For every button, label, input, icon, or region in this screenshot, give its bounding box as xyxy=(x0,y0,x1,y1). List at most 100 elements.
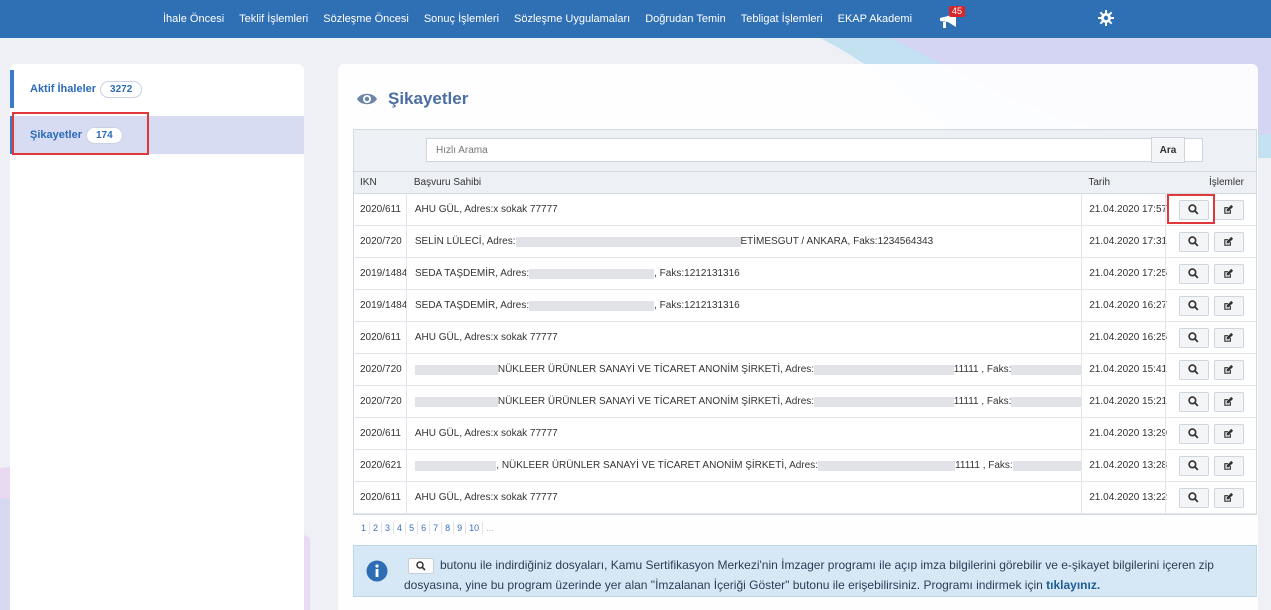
view-button[interactable] xyxy=(1178,327,1209,348)
page-link[interactable]: 3 xyxy=(382,522,395,534)
redacted-block xyxy=(818,460,956,471)
edit-icon xyxy=(1224,428,1234,438)
edit-icon xyxy=(1224,460,1234,470)
sidebar-item-label: Aktif İhaleler xyxy=(30,83,97,95)
edit-icon xyxy=(1224,332,1234,342)
table-row: 2020/720 NÜKLEER ÜRÜNLER SANAYİ VE TİCARE… xyxy=(354,354,1256,386)
col-date: Tarih xyxy=(1088,177,1111,188)
search-icon xyxy=(1188,460,1199,471)
date-cell: 21.04.2020 13:22 xyxy=(1081,482,1167,513)
edit-button[interactable] xyxy=(1213,391,1244,412)
redacted-block xyxy=(814,396,954,407)
nav-item[interactable]: Sözleşme Uygulamaları xyxy=(514,13,630,25)
applicant-cell: AHU GÜL, Adres:x sokak 77777 xyxy=(405,322,1081,353)
edit-icon xyxy=(1224,204,1234,214)
edit-button[interactable] xyxy=(1213,327,1244,348)
applicant-cell: , NÜKLEER ÜRÜNLER SANAYİ VE TİCARET ANON… xyxy=(405,450,1082,481)
complaints-table: Ara IKN Başvuru Sahibi Tarih İşlemler 20… xyxy=(353,129,1257,515)
ikn-cell: 2020/720 xyxy=(360,364,402,375)
redacted-block xyxy=(515,236,741,247)
edit-button[interactable] xyxy=(1213,455,1244,476)
edit-button[interactable] xyxy=(1213,423,1244,444)
nav-item[interactable]: Sonuç İşlemleri xyxy=(424,13,499,25)
edit-icon xyxy=(1224,300,1234,310)
applicant-cell: NÜKLEER ÜRÜNLER SANAYİ VE TİCARET ANONİM… xyxy=(405,354,1082,385)
applicant-cell: AHU GÜL, Adres:x sokak 77777 xyxy=(405,194,1081,225)
page-link[interactable]: 4 xyxy=(394,522,407,534)
edit-button[interactable] xyxy=(1213,487,1244,508)
page-link[interactable]: 8 xyxy=(442,522,455,534)
gear-icon[interactable] xyxy=(1098,10,1114,26)
search-row: Ara xyxy=(354,130,1256,172)
redacted-block xyxy=(1011,364,1082,375)
applicant-text: AHU GÜL, Adres:x sokak 77777 xyxy=(414,492,558,503)
redacted-block xyxy=(814,364,954,375)
count-badge: 3272 xyxy=(100,80,143,98)
nav-item[interactable]: Sözleşme Öncesi xyxy=(323,13,409,25)
page-link[interactable]: 5 xyxy=(406,522,419,534)
actions-cell xyxy=(1165,226,1256,257)
nav-item[interactable]: Tebligat İşlemleri xyxy=(741,13,823,25)
page-title-text: Şikayetler xyxy=(388,89,469,108)
nav-item[interactable]: Doğrudan Temin xyxy=(645,13,726,25)
view-button[interactable] xyxy=(1178,455,1209,476)
search-icon xyxy=(1188,268,1199,279)
applicant-cell: AHU GÜL, Adres:x sokak 77777 xyxy=(405,418,1081,449)
search-icon xyxy=(1188,364,1199,375)
applicant-text: ETİMESGUT / ANKARA, Faks:1234564343 xyxy=(740,236,934,247)
search-button[interactable]: Ara xyxy=(1151,137,1185,163)
date-cell: 21.04.2020 15:41 xyxy=(1081,354,1167,385)
view-button[interactable] xyxy=(1178,423,1209,444)
page-link[interactable]: 9 xyxy=(454,522,467,534)
top-navigation: İhale Öncesi Teklif İşlemleri Sözleşme Önc… xyxy=(0,0,1271,38)
edit-button[interactable] xyxy=(1213,231,1244,252)
page-link[interactable]: 1 xyxy=(358,522,371,534)
download-link[interactable]: tıklayınız. xyxy=(1046,578,1100,592)
edit-button[interactable] xyxy=(1213,263,1244,284)
nav-item[interactable]: EKAP Akademi xyxy=(838,13,912,25)
view-button[interactable] xyxy=(1178,263,1209,284)
redacted-block xyxy=(529,268,655,279)
table-row: 2020/611 AHU GÜL, Adres:x sokak 77777 21.0… xyxy=(354,194,1256,226)
edit-button[interactable] xyxy=(1213,199,1244,220)
applicant-text: 11111 , Faks: xyxy=(953,396,1012,407)
date-cell: 21.04.2020 17:57 xyxy=(1081,194,1167,225)
col-ikn: IKN xyxy=(360,177,377,188)
table-row: 2020/611 AHU GÜL, Adres:x sokak 77777 21.0… xyxy=(354,482,1256,514)
redacted-block xyxy=(1011,396,1082,407)
applicant-text: 11111 , Faks: xyxy=(955,460,1013,471)
col-actions: İşlemler xyxy=(1208,177,1244,188)
view-button[interactable] xyxy=(1178,231,1209,252)
edit-button[interactable] xyxy=(1213,295,1244,316)
page-link[interactable]: 7 xyxy=(430,522,443,534)
nav-item[interactable]: İhale Öncesi xyxy=(163,13,224,25)
redacted-block xyxy=(1012,460,1082,471)
date-cell: 21.04.2020 17:25 xyxy=(1081,258,1167,289)
page-link[interactable]: 2 xyxy=(370,522,383,534)
ikn-cell: 2019/1484 xyxy=(360,268,408,279)
applicant-text: , Faks:1212131316 xyxy=(654,268,740,279)
sidebar-item-active-tenders[interactable]: Aktif İhaleler 3272 xyxy=(10,70,304,108)
page-link[interactable]: ... xyxy=(483,522,497,534)
ikn-cell: 2020/611 xyxy=(360,204,401,215)
view-button[interactable] xyxy=(1178,487,1209,508)
page-link[interactable]: 6 xyxy=(418,522,431,534)
search-input[interactable] xyxy=(426,138,1203,162)
view-button[interactable] xyxy=(1178,359,1209,380)
edit-button[interactable] xyxy=(1213,359,1244,380)
table-row: 2019/1484 SEDA TAŞDEMİR, Adres: , Faks:121… xyxy=(354,290,1256,322)
date-cell: 21.04.2020 13:28 xyxy=(1081,450,1167,481)
actions-cell xyxy=(1165,482,1256,513)
ikn-cell: 2020/611 xyxy=(360,428,401,439)
ikn-cell: 2019/1484 xyxy=(360,300,408,311)
edit-icon xyxy=(1224,364,1234,374)
page-link[interactable]: 10 xyxy=(466,522,484,534)
nav-item[interactable]: Teklif İşlemleri xyxy=(239,13,308,25)
table-row: 2020/611 AHU GÜL, Adres:x sokak 77777 21.0… xyxy=(354,418,1256,450)
edit-icon xyxy=(1224,396,1234,406)
applicant-text: AHU GÜL, Adres:x sokak 77777 xyxy=(414,204,558,215)
view-button[interactable] xyxy=(1178,391,1209,412)
search-icon xyxy=(1188,332,1199,343)
applicant-text: SEDA TAŞDEMİR, Adres: xyxy=(415,268,530,279)
view-button[interactable] xyxy=(1178,295,1209,316)
